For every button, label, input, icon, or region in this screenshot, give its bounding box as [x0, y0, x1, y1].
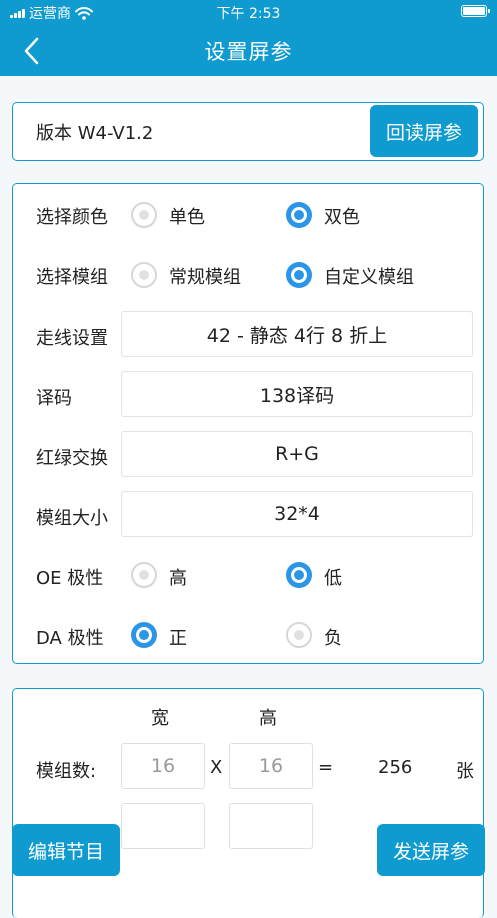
color-single-label: 单色 — [169, 207, 205, 228]
page-title: 设置屏参 — [204, 40, 293, 64]
routing-label: 走线设置 — [36, 328, 108, 349]
settings-card: 选择颜色 单色 双色 选择模组 常规模组 自定义模组 走线设置 42 - 静态 … — [12, 183, 484, 664]
module-custom-label: 自定义模组 — [324, 267, 414, 288]
da-negative-label: 负 — [324, 628, 342, 649]
module-custom-radio[interactable] — [286, 262, 312, 288]
rg-swap-field[interactable]: R+G — [121, 431, 473, 477]
decode-label: 译码 — [36, 388, 72, 409]
send-params-button[interactable]: 发送屏参 — [377, 824, 485, 876]
da-negative-radio[interactable] — [286, 622, 312, 648]
oe-label: OE 极性 — [36, 568, 104, 589]
rg-swap-label: 红绿交换 — [36, 448, 108, 469]
decode-field[interactable]: 138译码 — [121, 371, 473, 417]
battery-icon — [461, 5, 490, 17]
module-regular-radio[interactable] — [131, 262, 157, 288]
second-row-width-input[interactable] — [121, 803, 205, 849]
dimensions-card: 宽 高 模组数: 16 X 16 = 256 张 — [12, 688, 484, 918]
second-row-height-input[interactable] — [229, 803, 313, 849]
module-unit: 张 — [456, 761, 474, 782]
width-header: 宽 — [151, 708, 169, 729]
module-label: 选择模组 — [36, 267, 108, 288]
routing-field[interactable]: 42 - 静态 4行 8 折上 — [121, 311, 473, 357]
da-positive-label: 正 — [169, 628, 187, 649]
oe-high-radio[interactable] — [131, 562, 157, 588]
times-sign: X — [210, 757, 223, 778]
edit-program-button[interactable]: 编辑节目 — [12, 824, 120, 876]
module-count-label: 模组数: — [36, 761, 97, 782]
module-size-field[interactable]: 32*4 — [121, 491, 473, 537]
top-bar: 运营商 下午 2:53 设置屏参 — [0, 0, 497, 76]
color-dual-radio[interactable] — [286, 202, 312, 228]
da-positive-radio[interactable] — [131, 622, 157, 648]
oe-high-label: 高 — [169, 568, 187, 589]
status-time: 下午 2:53 — [216, 6, 281, 22]
color-label: 选择颜色 — [36, 207, 108, 228]
version-label: 版本 W4-V1.2 — [36, 123, 154, 144]
oe-low-label: 低 — [324, 568, 342, 589]
module-regular-label: 常规模组 — [169, 267, 241, 288]
color-single-radio[interactable] — [131, 202, 157, 228]
equals-sign: = — [318, 757, 334, 778]
readback-button[interactable]: 回读屏参 — [370, 105, 478, 157]
module-height-input[interactable]: 16 — [229, 743, 313, 789]
module-total: 256 — [378, 757, 413, 778]
oe-low-radio[interactable] — [286, 562, 312, 588]
version-card: 版本 W4-V1.2 回读屏参 — [12, 102, 484, 161]
height-header: 高 — [259, 708, 277, 729]
color-dual-label: 双色 — [324, 207, 360, 228]
module-size-label: 模组大小 — [36, 508, 108, 529]
module-width-input[interactable]: 16 — [121, 743, 205, 789]
da-label: DA 极性 — [36, 628, 104, 649]
status-bar: 运营商 下午 2:53 — [0, 0, 497, 24]
